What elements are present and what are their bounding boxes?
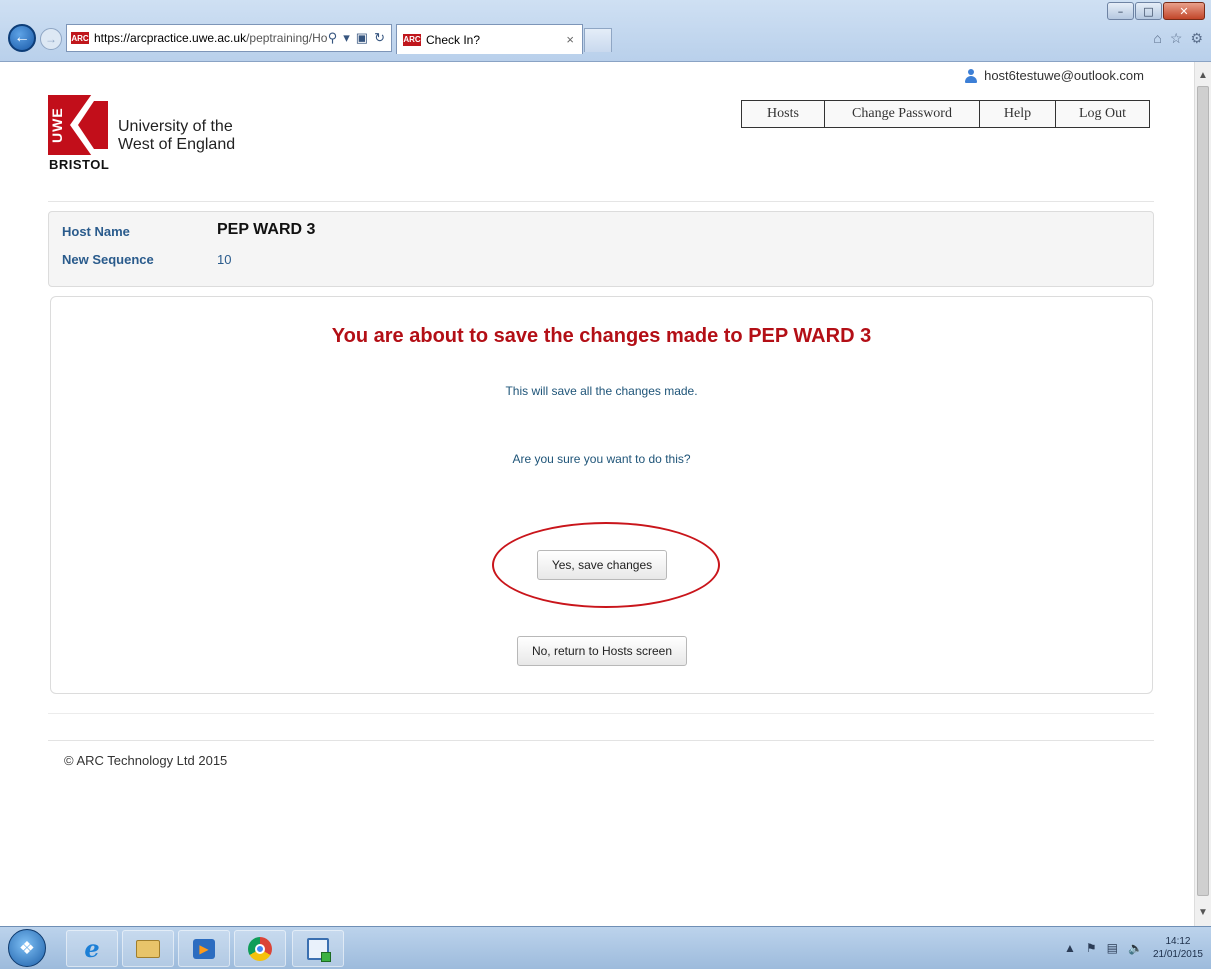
logo-city: BRISTOL bbox=[49, 157, 110, 172]
return-to-hosts-button[interactable]: No, return to Hosts screen bbox=[517, 636, 687, 666]
host-name-label: Host Name bbox=[62, 224, 130, 239]
menu-item-change-password[interactable]: Change Password bbox=[824, 101, 979, 127]
save-changes-button[interactable]: Yes, save changes bbox=[537, 550, 667, 580]
tab-check-in[interactable]: ARC Check In? × bbox=[396, 24, 583, 54]
uwe-logo: UWE University of the West of England BR… bbox=[48, 95, 248, 175]
dropdown-icon[interactable]: ▾ bbox=[343, 30, 350, 46]
back-arrow-icon[interactable]: ← bbox=[8, 24, 36, 52]
home-icon[interactable]: ⌂ bbox=[1153, 30, 1161, 47]
logo-name-line2: West of England bbox=[118, 136, 236, 153]
browser-toolbar-icons: ⌂ ☆ ⚙ bbox=[1153, 30, 1203, 47]
network-icon[interactable]: ▤ bbox=[1107, 941, 1118, 955]
user-icon bbox=[964, 68, 978, 83]
system-clock[interactable]: 14:12 21/01/2015 bbox=[1153, 935, 1203, 961]
confirm-message: This will save all the changes made. bbox=[505, 384, 698, 398]
footer-divider-2 bbox=[48, 740, 1154, 741]
clock-date: 21/01/2015 bbox=[1152, 949, 1203, 960]
main-menu: Hosts Change Password Help Log Out bbox=[741, 100, 1150, 128]
windows-taskbar: ❖ e ▶ ▲ ⚑ ▤ 🔈 14:12 21/01/2015 bbox=[0, 926, 1211, 969]
browser-chrome: – □ ✕ ← → ARC https://arcpractice.uwe.ac… bbox=[0, 0, 1211, 62]
volume-icon[interactable]: 🔈 bbox=[1128, 941, 1143, 955]
scroll-thumb[interactable] bbox=[1197, 86, 1209, 896]
logo-name-line1: University of the bbox=[118, 118, 233, 135]
new-sequence-label: New Sequence bbox=[62, 252, 154, 267]
menu-item-log-out[interactable]: Log Out bbox=[1055, 101, 1149, 127]
forward-arrow-icon[interactable]: → bbox=[40, 28, 62, 50]
minimize-icon[interactable]: – bbox=[1107, 2, 1134, 20]
new-tab-button[interactable] bbox=[584, 28, 612, 52]
settings-gear-icon[interactable]: ⚙ bbox=[1190, 30, 1203, 47]
file-explorer-icon[interactable] bbox=[122, 930, 174, 967]
menu-item-hosts[interactable]: Hosts bbox=[742, 101, 824, 127]
start-button[interactable]: ❖ bbox=[8, 929, 46, 967]
new-sequence-value: 10 bbox=[217, 252, 232, 267]
close-window-icon[interactable]: ✕ bbox=[1163, 2, 1205, 20]
lock-icon[interactable]: ▣ bbox=[356, 30, 368, 46]
search-icon[interactable]: ⚲ bbox=[328, 30, 338, 46]
confirm-panel: You are about to save the changes made t… bbox=[50, 296, 1153, 694]
confirm-title: You are about to save the changes made t… bbox=[331, 325, 872, 347]
scroll-down-icon[interactable]: ▼ bbox=[1198, 907, 1208, 918]
header-divider bbox=[48, 201, 1154, 202]
refresh-icon[interactable]: ↻ bbox=[374, 30, 385, 46]
maximize-icon[interactable]: □ bbox=[1135, 2, 1162, 20]
confirm-question: Are you sure you want to do this? bbox=[512, 452, 691, 466]
tab-favicon-icon: ARC bbox=[403, 33, 421, 46]
user-email: host6testuwe@outlook.com bbox=[984, 68, 1144, 83]
footer-divider-1 bbox=[48, 713, 1154, 714]
media-player-icon[interactable]: ▶ bbox=[178, 930, 230, 967]
vertical-scrollbar[interactable]: ▲ ▼ bbox=[1194, 62, 1211, 926]
url-path: /peptraining/Ho bbox=[246, 31, 328, 45]
tab-close-icon[interactable]: × bbox=[566, 32, 574, 47]
uwe-logo-mark: UWE bbox=[48, 95, 108, 155]
remote-desktop-icon[interactable] bbox=[292, 930, 344, 967]
action-center-flag-icon[interactable]: ⚑ bbox=[1086, 941, 1097, 955]
scroll-up-icon[interactable]: ▲ bbox=[1198, 70, 1208, 81]
menu-item-help[interactable]: Help bbox=[979, 101, 1055, 127]
site-favicon-icon: ARC bbox=[71, 32, 89, 44]
user-indicator: host6testuwe@outlook.com bbox=[964, 68, 1144, 83]
clock-time: 14:12 bbox=[1165, 936, 1191, 947]
window-controls: – □ ✕ bbox=[1106, 2, 1205, 20]
chrome-browser-icon[interactable] bbox=[234, 930, 286, 967]
address-bar[interactable]: ARC https://arcpractice.uwe.ac.uk/peptra… bbox=[66, 24, 392, 52]
host-name-value: PEP WARD 3 bbox=[217, 221, 316, 238]
host-info-panel: Host Name PEP WARD 3 New Sequence 10 bbox=[48, 211, 1154, 287]
system-tray: ▲ ⚑ ▤ 🔈 14:12 21/01/2015 bbox=[1064, 935, 1203, 961]
internet-explorer-icon[interactable]: e bbox=[66, 930, 118, 967]
footer-copyright: © ARC Technology Ltd 2015 bbox=[64, 753, 228, 768]
tab-title: Check In? bbox=[426, 32, 481, 47]
url-host: https://arcpractice.uwe.ac.uk bbox=[94, 31, 247, 45]
page-content: host6testuwe@outlook.com UWE University … bbox=[0, 62, 1194, 926]
logo-mark-text: UWE bbox=[49, 107, 65, 143]
favorites-star-icon[interactable]: ☆ bbox=[1170, 30, 1183, 47]
show-hidden-icons-icon[interactable]: ▲ bbox=[1064, 941, 1076, 955]
